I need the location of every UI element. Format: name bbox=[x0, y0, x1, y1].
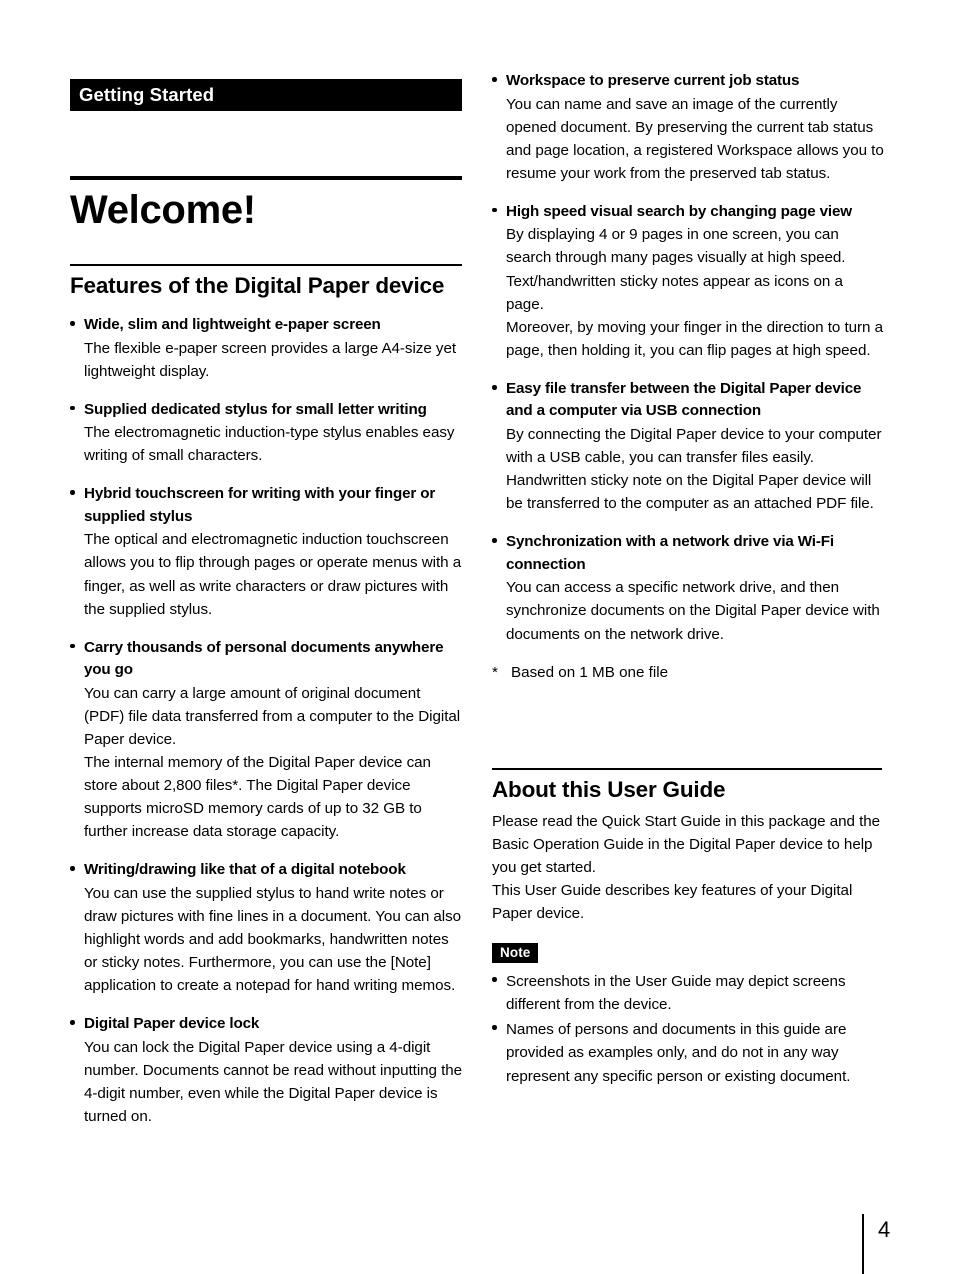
about-body-text: Please read the Quick Start Guide in thi… bbox=[492, 813, 881, 923]
feature-item: Writing/drawing like that of a digital n… bbox=[70, 859, 464, 997]
feature-body: You can use the supplied stylus to hand … bbox=[84, 884, 462, 995]
feature-item: Easy file transfer between the Digital P… bbox=[492, 378, 884, 515]
feature-title: Carry thousands of personal documents an… bbox=[84, 638, 444, 679]
feature-item: High speed visual search by changing pag… bbox=[492, 201, 884, 362]
feature-body: You can name and save an image of the cu… bbox=[506, 95, 884, 182]
section-rule bbox=[70, 264, 462, 266]
note-block: Note Screenshots in the User Guide may d… bbox=[492, 943, 884, 1088]
chapter-label: Getting Started bbox=[79, 83, 215, 105]
title-rule bbox=[70, 176, 462, 180]
feature-body: The electromagnetic induction-type stylu… bbox=[84, 424, 455, 465]
feature-title: High speed visual search by changing pag… bbox=[506, 202, 852, 220]
features-heading: Features of the Digital Paper device bbox=[70, 272, 445, 298]
bullet-icon bbox=[70, 405, 75, 411]
footnote-marker: * bbox=[492, 663, 498, 681]
features-right-column: Workspace to preserve current job status… bbox=[492, 70, 884, 684]
feature-list-right: Workspace to preserve current job status… bbox=[492, 70, 884, 646]
about-section-heading: About this User Guide bbox=[492, 768, 882, 802]
footnote-text: Based on 1 MB one file bbox=[511, 663, 669, 681]
section-rule bbox=[492, 768, 882, 770]
chapter-banner: Getting Started bbox=[70, 79, 462, 111]
feature-title: Digital Paper device lock bbox=[84, 1015, 260, 1033]
note-list: Screenshots in the User Guide may depict… bbox=[492, 970, 884, 1087]
note-badge: Note bbox=[492, 943, 539, 964]
feature-body: You can lock the Digital Paper device us… bbox=[84, 1038, 463, 1126]
document-page: Getting Started Welcome! Features of the… bbox=[0, 0, 954, 1274]
feature-item: Digital Paper device lock You can lock th… bbox=[70, 1013, 464, 1128]
feature-title: Hybrid touchscreen for writing with your… bbox=[84, 485, 436, 525]
title-block: Welcome! bbox=[70, 176, 462, 231]
page-footer: 4 bbox=[0, 1214, 954, 1274]
note-item: Screenshots in the User Guide may depict… bbox=[492, 970, 884, 1016]
bullet-icon bbox=[70, 490, 75, 495]
bullet-icon bbox=[492, 1025, 497, 1030]
bullet-icon bbox=[492, 207, 497, 213]
about-heading: About this User Guide bbox=[492, 776, 726, 802]
feature-item: Synchronization with a network drive via… bbox=[492, 531, 884, 645]
features-section-heading: Features of the Digital Paper device bbox=[70, 264, 462, 298]
bullet-icon bbox=[492, 77, 497, 82]
feature-body: You can access a specific network drive,… bbox=[506, 579, 880, 643]
note-text: Names of persons and documents in this g… bbox=[506, 1021, 851, 1085]
bullet-icon bbox=[492, 538, 497, 543]
bullet-icon bbox=[70, 643, 75, 649]
feature-item: Workspace to preserve current job status… bbox=[492, 70, 884, 185]
feature-body: By displaying 4 or 9 pages in one screen… bbox=[506, 226, 883, 359]
feature-title: Wide, slim and lightweight e-paper scree… bbox=[84, 316, 381, 333]
feature-title: Writing/drawing like that of a digital n… bbox=[84, 861, 406, 879]
features-left-column: Wide, slim and lightweight e-paper scree… bbox=[70, 314, 464, 1128]
feature-body: The optical and electromagnetic inductio… bbox=[84, 531, 462, 618]
feature-body: The flexible e-paper screen provides a l… bbox=[84, 339, 457, 380]
bullet-icon bbox=[70, 866, 75, 871]
page-number: 4 bbox=[878, 1217, 891, 1242]
bullet-icon bbox=[70, 321, 75, 326]
feature-item: Carry thousands of personal documents an… bbox=[70, 637, 464, 844]
note-text: Screenshots in the User Guide may depict… bbox=[506, 973, 846, 1014]
bullet-icon bbox=[492, 384, 497, 390]
feature-list-left: Wide, slim and lightweight e-paper scree… bbox=[70, 314, 464, 1128]
note-item: Names of persons and documents in this g… bbox=[492, 1018, 884, 1087]
feature-title: Workspace to preserve current job status bbox=[506, 72, 800, 89]
feature-title: Supplied dedicated stylus for small lett… bbox=[84, 400, 427, 418]
footer-divider bbox=[862, 1214, 864, 1274]
feature-item: Hybrid touchscreen for writing with your… bbox=[70, 483, 464, 620]
page-title: Welcome! bbox=[70, 188, 256, 232]
feature-item: Wide, slim and lightweight e-paper scree… bbox=[70, 314, 464, 383]
feature-title: Synchronization with a network drive via… bbox=[506, 533, 834, 573]
footnote: * Based on 1 MB one file bbox=[492, 662, 884, 685]
feature-body: You can carry a large amount of original… bbox=[84, 684, 461, 841]
feature-title: Easy file transfer between the Digital P… bbox=[506, 379, 862, 420]
feature-item: Supplied dedicated stylus for small lett… bbox=[70, 399, 464, 468]
bullet-icon bbox=[70, 1020, 75, 1025]
feature-body: By connecting the Digital Paper device t… bbox=[506, 425, 882, 513]
bullet-icon bbox=[492, 977, 497, 982]
